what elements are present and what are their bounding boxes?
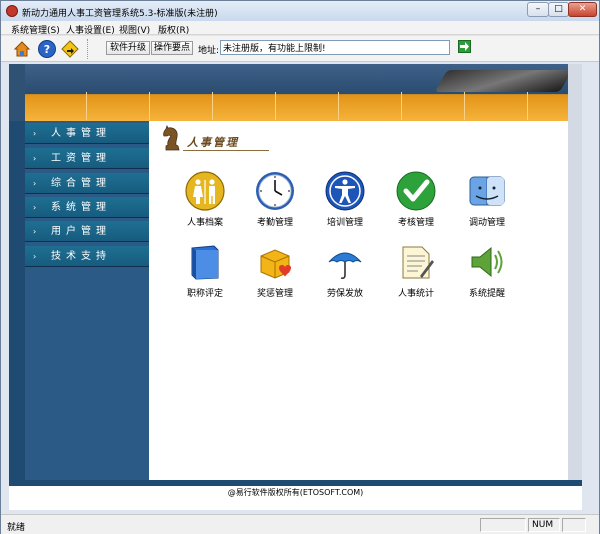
chevron-right-icon: ›	[33, 227, 37, 236]
monitor-graphic	[434, 70, 568, 92]
address-input[interactable]	[220, 40, 450, 55]
header-banner	[9, 64, 568, 121]
module-assessment[interactable]: 考核管理	[386, 171, 446, 233]
chevron-right-icon: ›	[33, 252, 37, 261]
menu-view[interactable]: 视图(V)	[119, 23, 150, 36]
section-header: 人事管理	[161, 124, 271, 154]
module-label: 人事统计	[397, 289, 434, 299]
module-transfer[interactable]: 调动管理	[457, 171, 517, 233]
upgrade-button[interactable]: 软件升级	[106, 41, 150, 55]
sidebar-item-system[interactable]: › 系统管理	[25, 197, 149, 218]
module-statistics[interactable]: 人事统计	[386, 242, 446, 304]
module-labor-protection[interactable]: 劳保发放	[315, 242, 375, 304]
sidebar-item-personnel[interactable]: › 人事管理	[25, 123, 149, 144]
app-logo-icon	[6, 5, 18, 17]
menu-copyright[interactable]: 版权(R)	[158, 23, 189, 36]
app-window: 新动力通用人事工资管理系统5.3-标准版(未注册) – □ ✕ 系统管理(S) …	[0, 0, 600, 534]
menu-bar: 系统管理(S) 人事设置(E) 视图(V) 版权(R)	[1, 21, 599, 36]
minimize-button[interactable]: –	[527, 2, 549, 17]
chess-knight-icon	[163, 124, 180, 151]
sidebar-item-label: 工资管理	[51, 153, 111, 164]
close-button[interactable]: ✕	[568, 2, 597, 17]
checkmark-icon	[396, 171, 436, 211]
maximize-button[interactable]: □	[548, 2, 569, 17]
title-bar: 新动力通用人事工资管理系统5.3-标准版(未注册) – □ ✕	[1, 1, 599, 21]
chevron-right-icon: ›	[33, 179, 37, 188]
module-label: 人事档案	[186, 218, 223, 228]
module-label: 职称评定	[186, 289, 223, 299]
module-attendance[interactable]: 考勤管理	[245, 171, 305, 233]
sidebar-item-label: 综合管理	[51, 178, 111, 189]
umbrella-icon	[328, 252, 362, 279]
sidebar-item-support[interactable]: › 技术支持	[25, 246, 149, 267]
menu-system[interactable]: 系统管理(S)	[11, 23, 60, 36]
module-label: 考勤管理	[256, 218, 293, 228]
book-icon	[191, 245, 219, 280]
sidebar-item-label: 系统管理	[51, 202, 111, 213]
copyright-text: @易行软件版权所有(ETOSOFT.COM)	[9, 486, 582, 510]
module-rewards[interactable]: 奖惩管理	[245, 242, 305, 304]
document-icon	[402, 246, 434, 279]
module-label: 劳保发放	[326, 289, 363, 299]
main-panel: 人事管理 人事档案 考勤管理 培训管理 考核管理 调动管理 职称评定 奖惩管理 …	[149, 121, 568, 480]
chevron-right-icon: ›	[33, 129, 37, 138]
window-title: 新动力通用人事工资管理系统5.3-标准版(未注册)	[22, 9, 218, 19]
num-lock-indicator: NUM	[528, 518, 560, 532]
module-label: 培训管理	[326, 218, 363, 228]
module-personnel-files[interactable]: 人事档案	[175, 171, 235, 233]
home-icon[interactable]	[13, 40, 31, 58]
status-text: 就绪	[7, 523, 26, 533]
menu-personnel-settings[interactable]: 人事设置(E)	[66, 23, 115, 36]
toolbar: ? 软件升级 操作要点 地址:	[1, 36, 599, 62]
status-cell-blank	[562, 518, 586, 532]
sidebar-item-label: 用户管理	[51, 226, 111, 237]
module-label: 奖惩管理	[256, 289, 293, 299]
module-training[interactable]: 培训管理	[315, 171, 375, 233]
finder-icon	[469, 176, 505, 206]
arrow-right-icon	[460, 42, 469, 51]
page-title: 人事管理	[187, 136, 239, 149]
module-label: 系统提醒	[468, 289, 505, 299]
chevron-right-icon: ›	[33, 154, 37, 163]
toolbar-separator	[87, 39, 91, 59]
accessibility-icon	[325, 171, 365, 211]
address-label: 地址:	[198, 46, 220, 56]
restroom-icon	[185, 171, 225, 211]
speaker-icon	[471, 246, 503, 278]
sidebar: › 人事管理 › 工资管理 › 综合管理 › 系统管理 › 用户管理 › 技术支…	[9, 121, 149, 480]
exit-icon[interactable]	[61, 40, 79, 58]
sidebar-item-users[interactable]: › 用户管理	[25, 221, 149, 242]
status-cell-empty	[480, 518, 526, 532]
go-button[interactable]	[458, 40, 471, 53]
module-reminder[interactable]: 系统提醒	[457, 242, 517, 304]
tips-button[interactable]: 操作要点	[151, 41, 193, 55]
sidebar-item-label: 人事管理	[51, 128, 111, 139]
chevron-right-icon: ›	[33, 203, 37, 212]
help-icon[interactable]: ?	[38, 40, 56, 58]
sidebar-item-label: 技术支持	[51, 251, 111, 262]
clock-icon	[256, 172, 294, 210]
status-bar: 就绪 NUM	[1, 514, 599, 534]
module-title-evaluation[interactable]: 职称评定	[175, 242, 235, 304]
sidebar-item-salary[interactable]: › 工资管理	[25, 148, 149, 169]
module-label: 调动管理	[468, 218, 505, 228]
sidebar-item-comprehensive[interactable]: › 综合管理	[25, 173, 149, 194]
gift-icon	[260, 249, 291, 279]
module-label: 考核管理	[397, 218, 434, 228]
svg-text:?: ?	[44, 43, 50, 56]
